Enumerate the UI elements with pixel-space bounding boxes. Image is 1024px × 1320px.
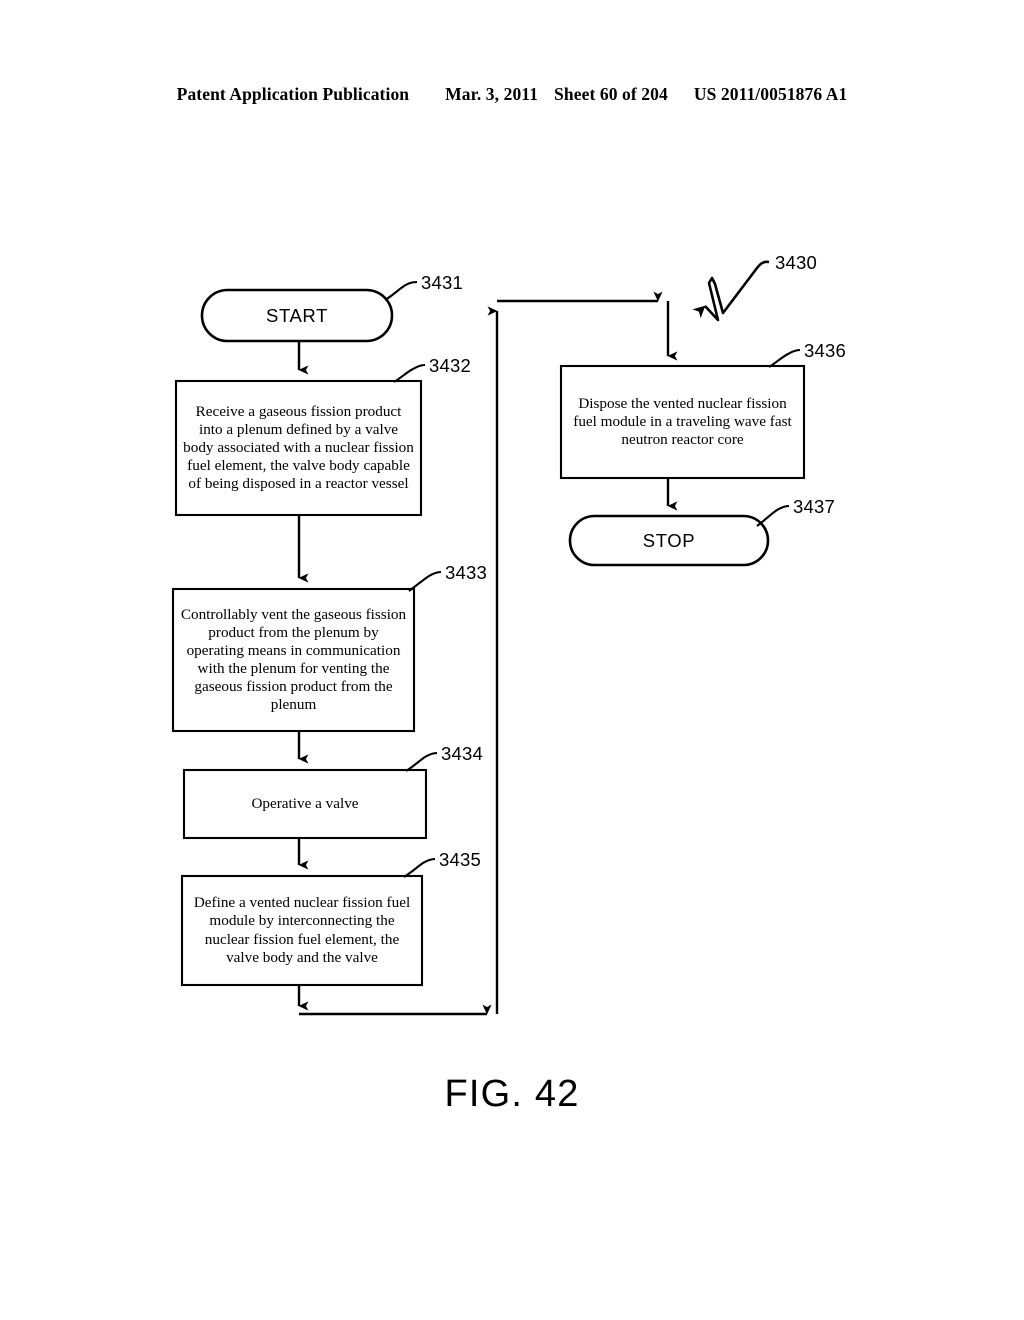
node-step2-label: Controllably vent the gaseous fission pr… — [180, 605, 407, 714]
node-step4-label: Define a vented nuclear fission fuel mod… — [193, 894, 411, 966]
ref-numeral-3430: 3430 — [775, 252, 817, 273]
leader-line-3434 — [405, 751, 438, 772]
leader-line-3435 — [403, 857, 436, 878]
leader-line-3436 — [768, 348, 801, 368]
ref-numeral-3432: 3432 — [429, 355, 471, 376]
flowchart-graphics — [171, 260, 806, 1016]
node-step3-label: Operative a valve — [251, 794, 359, 812]
ref-numeral-3433: 3433 — [445, 562, 487, 583]
figure-caption: FIG. 42 — [444, 1073, 580, 1115]
leader-line-3432 — [393, 363, 426, 383]
ref-numeral-3434: 3434 — [441, 743, 483, 764]
node-step1-label: Receive a gaseous fission product into a… — [183, 402, 414, 493]
node-step5-label: Dispose the vented nuclear fission fuel … — [573, 394, 792, 449]
ref-numeral-3437: 3437 — [793, 496, 835, 517]
ref-numeral-3435: 3435 — [439, 849, 481, 870]
leader-line-3430 — [692, 260, 770, 322]
ref-numeral-3436: 3436 — [804, 340, 846, 361]
node-start-label: START — [266, 304, 328, 326]
node-stop-label: STOP — [642, 529, 696, 551]
patent-figure: START Receive a gaseous fission product … — [0, 0, 1024, 1320]
ref-numeral-3431: 3431 — [421, 272, 463, 293]
